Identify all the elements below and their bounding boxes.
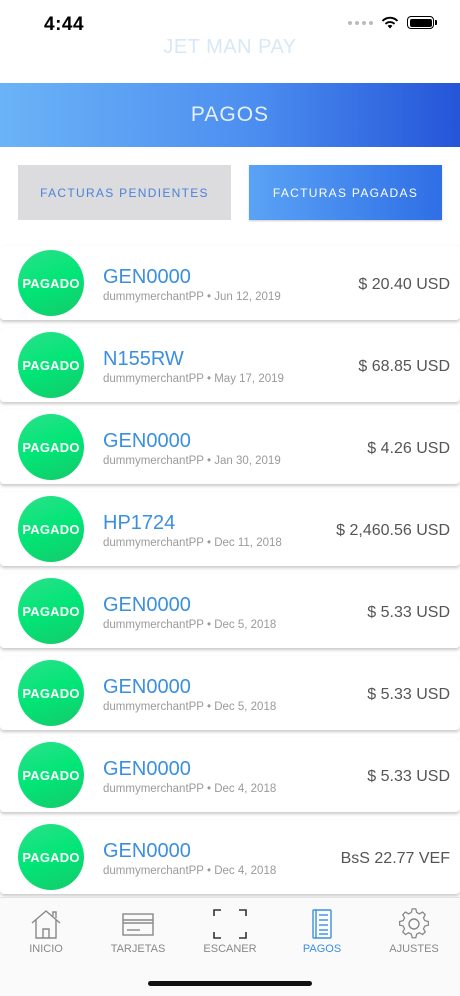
payment-row[interactable]: PAGADO GEN0000 dummymerchantPP • Jan 30, 2…	[0, 410, 460, 484]
tabbar-item-inicio[interactable]: INICIO	[11, 908, 81, 955]
merchant-name: dummymerchantPP	[103, 701, 204, 713]
receipt-icon	[312, 909, 332, 939]
tabbar-label: TARJETAS	[110, 943, 166, 955]
tabbar-item-pagos[interactable]: PAGOS	[287, 908, 357, 955]
invoice-tabs: FACTURAS PENDIENTES FACTURAS PAGADAS	[18, 165, 442, 220]
meta-separator: •	[206, 291, 212, 303]
payment-amount: $ 5.33 USD	[367, 686, 450, 703]
tabbar-item-ajustes[interactable]: AJUSTES	[379, 908, 449, 955]
meta-separator: •	[206, 373, 212, 385]
tabbar-label: ESCANER	[203, 943, 257, 955]
payment-reference: GEN0000	[103, 758, 191, 780]
payment-amount: $ 68.85 USD	[358, 358, 450, 375]
scan-icon	[213, 909, 247, 939]
payment-meta: dummymerchantPP • Jun 12, 2019	[103, 291, 281, 303]
brand-logo: JET MAN PAY	[163, 36, 297, 58]
paid-status-badge: PAGADO	[18, 660, 84, 726]
meta-separator: •	[206, 865, 212, 877]
battery-icon	[407, 16, 437, 29]
payment-date: Dec 4, 2018	[214, 783, 277, 795]
tabbar-label: INICIO	[29, 943, 63, 955]
meta-separator: •	[206, 783, 212, 795]
payment-date: Jun 12, 2019	[214, 291, 281, 303]
meta-separator: •	[206, 455, 212, 467]
paid-status-badge: PAGADO	[18, 414, 84, 480]
payment-meta: dummymerchantPP • Jan 30, 2019	[103, 455, 281, 467]
tabbar-item-tarjetas[interactable]: TARJETAS	[103, 908, 173, 955]
payment-meta: dummymerchantPP • May 17, 2019	[103, 373, 284, 385]
merchant-name: dummymerchantPP	[103, 619, 204, 631]
home-icon	[31, 910, 61, 939]
signal-icon	[348, 20, 373, 25]
payment-reference: HP1724	[103, 512, 176, 534]
merchant-name: dummymerchantPP	[103, 291, 204, 303]
meta-separator: •	[206, 701, 212, 713]
paid-status-badge: PAGADO	[18, 578, 84, 644]
paid-status-badge: PAGADO	[18, 824, 84, 890]
payment-meta: dummymerchantPP • Dec 5, 2018	[103, 701, 276, 713]
home-indicator[interactable]	[148, 981, 312, 986]
page-header: PAGOS	[0, 83, 460, 147]
payment-list: PAGADO GEN0000 dummymerchantPP • Jun 12, 2…	[0, 246, 460, 902]
status-icons	[348, 16, 437, 29]
tab-paid-invoices[interactable]: FACTURAS PAGADAS	[249, 165, 442, 220]
bottom-tab-bar: INICIO TARJETAS ESCANER PAGOS AJUSTES	[0, 897, 460, 996]
meta-separator: •	[206, 537, 212, 549]
merchant-name: dummymerchantPP	[103, 455, 204, 467]
payment-row[interactable]: PAGADO N155RW dummymerchantPP • May 17, 20…	[0, 328, 460, 402]
paid-status-badge: PAGADO	[18, 496, 84, 562]
merchant-name: dummymerchantPP	[103, 865, 204, 877]
payment-row[interactable]: PAGADO GEN0000 dummymerchantPP • Dec 4, 20…	[0, 738, 460, 812]
meta-separator: •	[206, 619, 212, 631]
paid-status-badge: PAGADO	[18, 742, 84, 808]
payment-date: Dec 5, 2018	[214, 701, 277, 713]
payment-amount: $ 2,460.56 USD	[336, 522, 450, 539]
status-time: 4:44	[44, 14, 85, 35]
payment-meta: dummymerchantPP • Dec 4, 2018	[103, 783, 276, 795]
payment-date: Dec 5, 2018	[214, 619, 277, 631]
payment-amount: $ 20.40 USD	[358, 276, 450, 293]
payment-amount: $ 5.33 USD	[367, 604, 450, 621]
payment-meta: dummymerchantPP • Dec 5, 2018	[103, 619, 276, 631]
payment-reference: N155RW	[103, 348, 184, 370]
tabbar-label: PAGOS	[302, 943, 342, 955]
payment-meta: dummymerchantPP • Dec 11, 2018	[103, 537, 282, 549]
merchant-name: dummymerchantPP	[103, 373, 204, 385]
paid-status-badge: PAGADO	[18, 250, 84, 316]
payment-row[interactable]: PAGADO GEN0000 dummymerchantPP • Dec 5, 20…	[0, 574, 460, 648]
payment-meta: dummymerchantPP • Dec 4, 2018	[103, 865, 276, 877]
payment-reference: GEN0000	[103, 840, 191, 862]
payment-amount: BsS 22.77 VEF	[340, 850, 450, 867]
merchant-name: dummymerchantPP	[103, 783, 204, 795]
payment-reference: GEN0000	[103, 266, 191, 288]
payment-row[interactable]: PAGADO GEN0000 dummymerchantPP • Dec 5, 20…	[0, 656, 460, 730]
card-icon	[122, 913, 154, 936]
merchant-name: dummymerchantPP	[103, 537, 204, 549]
payment-reference: GEN0000	[103, 676, 191, 698]
payment-date: Dec 4, 2018	[214, 865, 277, 877]
page-title: PAGOS	[190, 103, 270, 126]
paid-status-badge: PAGADO	[18, 332, 84, 398]
tab-pending-invoices[interactable]: FACTURAS PENDIENTES	[18, 165, 231, 220]
payment-reference: GEN0000	[103, 430, 191, 452]
payment-row[interactable]: PAGADO GEN0000 dummymerchantPP • Jun 12, 2…	[0, 246, 460, 320]
payment-amount: $ 5.33 USD	[367, 768, 450, 785]
gear-icon	[398, 908, 430, 939]
payment-reference: GEN0000	[103, 594, 191, 616]
payment-row[interactable]: PAGADO HP1724 dummymerchantPP • Dec 11, 20…	[0, 492, 460, 566]
payment-amount: $ 4.26 USD	[367, 440, 450, 457]
wifi-icon	[381, 16, 399, 29]
payment-date: May 17, 2019	[214, 373, 284, 385]
payment-date: Jan 30, 2019	[214, 455, 281, 467]
tabbar-item-escaner[interactable]: ESCANER	[195, 908, 265, 955]
payment-date: Dec 11, 2018	[214, 537, 282, 549]
payment-row[interactable]: PAGADO GEN0000 dummymerchantPP • Dec 4, 20…	[0, 820, 460, 894]
tabbar-label: AJUSTES	[389, 943, 439, 955]
